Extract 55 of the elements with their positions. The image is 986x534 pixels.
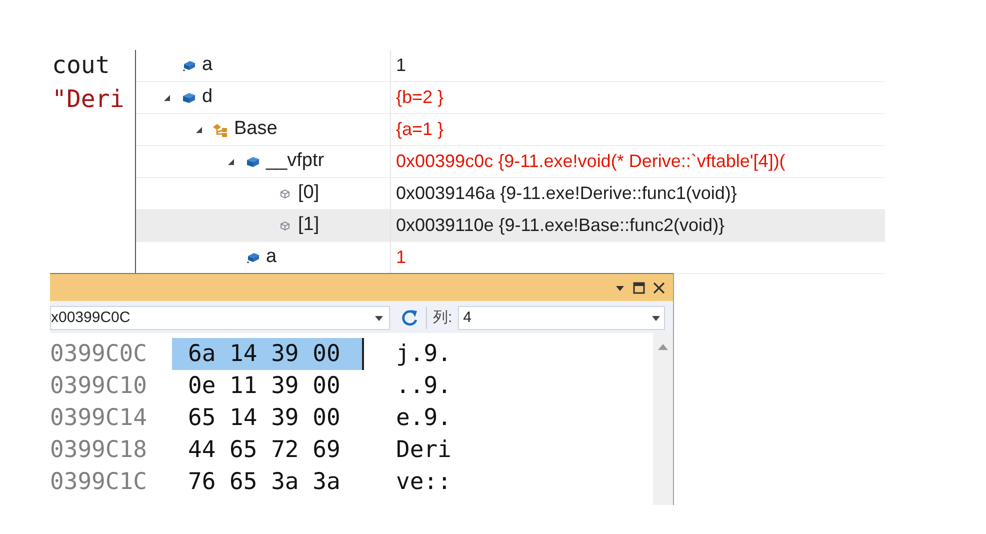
memory-address: 0399C18 xyxy=(50,436,148,465)
memory-text: e.9. xyxy=(396,404,452,433)
expand-triangle-icon[interactable] xyxy=(227,158,235,166)
variable-name: __vfptr xyxy=(266,149,324,174)
cube-icon xyxy=(245,154,261,168)
watch-row[interactable]: __vfptr 0x00399c0c {9-11.exe!void(* Derive::`vftable'[4])( xyxy=(136,146,885,178)
memory-bytes[interactable]: 76 65 3a 3a xyxy=(172,466,364,498)
expand-triangle-icon[interactable] xyxy=(163,94,171,102)
variable-value: {a=1 } xyxy=(396,118,444,141)
close-icon[interactable] xyxy=(653,282,665,294)
memory-address: 0399C0C xyxy=(50,340,148,369)
watch-row[interactable]: [0] 0x0039146a {9-11.exe!Derive::func1(void)} xyxy=(136,178,885,210)
variable-name: a xyxy=(202,53,213,78)
variable-name: [0] xyxy=(298,181,320,206)
caret-icon xyxy=(652,316,660,320)
columns-label: 列: xyxy=(433,308,452,328)
small-cube-icon xyxy=(279,220,291,232)
variable-name: a xyxy=(266,245,277,270)
memory-bytes[interactable]: 0e 11 39 00 xyxy=(172,370,364,402)
memory-text: ve:: xyxy=(396,468,452,497)
class-hierarchy-icon xyxy=(212,122,230,138)
variable-name: Base xyxy=(234,117,278,142)
variable-value: 0x0039110e {9-11.exe!Base::func2(void)} xyxy=(396,214,725,237)
memory-text: ..9. xyxy=(396,372,452,401)
memory-text: Deri xyxy=(396,436,452,465)
variable-value: 1 xyxy=(396,246,406,269)
variable-value: 0x00399c0c {9-11.exe!void(* Derive::`vftable'[4])( xyxy=(396,150,786,173)
memory-bytes[interactable]: 65 14 39 00 xyxy=(172,402,364,434)
memory-address: 0399C14 xyxy=(50,404,148,433)
watch-row[interactable]: a 1 xyxy=(136,50,885,82)
variable-name: d xyxy=(202,85,213,110)
code-line: cout xyxy=(52,50,111,80)
cube-icon xyxy=(181,90,197,104)
vertical-scrollbar[interactable] xyxy=(653,333,673,505)
variable-value: 0x0039146a {9-11.exe!Derive::func1(void)} xyxy=(396,182,737,205)
small-cube-icon xyxy=(279,188,291,200)
address-combobox[interactable]: x00399C0C xyxy=(50,306,390,330)
refresh-icon[interactable] xyxy=(400,308,420,328)
variable-value: 1 xyxy=(396,54,406,77)
caret-icon xyxy=(375,316,383,320)
dropdown-icon[interactable] xyxy=(615,284,625,292)
watch-row[interactable]: d {b=2 } xyxy=(136,82,885,114)
code-line: "Deri xyxy=(52,84,126,114)
memory-bytes[interactable]: 6a 14 39 00 xyxy=(172,338,364,370)
variable-value: {b=2 } xyxy=(396,86,444,109)
watch-row[interactable]: Base {a=1 } xyxy=(136,114,885,146)
columns-combobox[interactable]: 4 xyxy=(458,306,665,330)
memory-text: j.9. xyxy=(396,340,452,369)
watch-row[interactable]: [1] 0x0039110e {9-11.exe!Base::func2(void)} xyxy=(136,210,885,242)
memory-address: 0399C10 xyxy=(50,372,148,401)
memory-bytes[interactable]: 44 65 72 69 xyxy=(172,434,364,466)
expand-triangle-icon[interactable] xyxy=(195,126,203,134)
memory-address: 0399C1C xyxy=(50,468,148,497)
variable-name: [1] xyxy=(298,213,320,238)
maximize-icon[interactable] xyxy=(633,282,645,294)
